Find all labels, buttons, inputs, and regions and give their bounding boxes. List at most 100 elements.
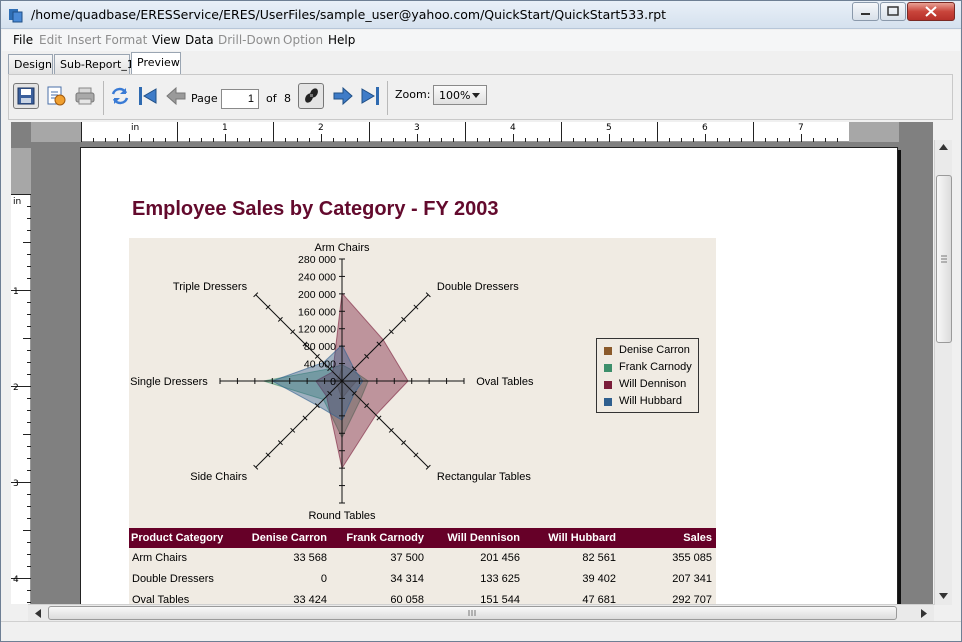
- table-cell: 37 500: [390, 552, 424, 564]
- ruler-unit-label: in: [13, 197, 22, 207]
- total-pages-label: 8: [284, 92, 291, 105]
- radar-scale-label: 0: [330, 376, 336, 388]
- maximize-icon: [887, 6, 899, 16]
- ruler-label: 5: [606, 123, 612, 133]
- menu-bar: File Edit Insert Format View Data Drill-…: [2, 30, 960, 51]
- radar-scale-label: 200 000: [298, 289, 336, 301]
- first-page-icon: [139, 87, 157, 105]
- menu-insert[interactable]: Insert: [67, 33, 101, 47]
- ruler-label: 6: [702, 123, 708, 133]
- close-icon: [925, 6, 937, 17]
- legend-label: Will Hubbard: [619, 395, 682, 407]
- scroll-down-icon[interactable]: [939, 593, 948, 599]
- table-cell: Double Dressers: [132, 573, 214, 585]
- grip-icon: [468, 610, 476, 616]
- table-cell: 201 456: [480, 552, 520, 564]
- report-viewport[interactable]: in 1 2 3 4 5 6 7 in 1 2 3 4 Employee Sal…: [11, 122, 933, 604]
- table-row: Double Dressers 0 34 314 133 625 39 402 …: [129, 569, 716, 590]
- radar-scale-label: 280 000: [298, 254, 336, 266]
- legend-swatch: [604, 347, 612, 355]
- vertical-scroll-thumb[interactable]: [936, 175, 952, 343]
- ruler-label: 7: [798, 123, 804, 133]
- radar-scale-label: 160 000: [298, 306, 336, 318]
- left-ruler-ticks: [11, 194, 31, 603]
- export-icon: [47, 86, 66, 106]
- page-label: Page: [191, 92, 218, 105]
- next-page-icon: [333, 86, 353, 106]
- ruler-label: 2: [13, 383, 19, 393]
- table-cell: 292 707: [672, 594, 712, 604]
- last-page-button[interactable]: [357, 83, 383, 109]
- menu-view[interactable]: View: [152, 33, 180, 47]
- ruler-margin: [31, 122, 81, 142]
- page-number-input[interactable]: [221, 89, 259, 109]
- radar-axis-label: Triple Dressers: [173, 281, 248, 293]
- radar-axis-label: Double Dressers: [437, 281, 519, 293]
- ruler-label: 2: [318, 123, 324, 133]
- radar-scale-label: 120 000: [298, 324, 336, 336]
- export-button[interactable]: [43, 83, 69, 109]
- table-cell: 39 402: [582, 573, 616, 585]
- scroll-right-icon[interactable]: [921, 609, 927, 618]
- next-page-button[interactable]: [330, 83, 356, 109]
- radar-axis-label: Round Tables: [308, 510, 376, 522]
- ruler-label: 4: [510, 123, 516, 133]
- preview-toolbar: Page of 8 Zoom: 100%: [8, 74, 953, 120]
- table-cell: 82 561: [582, 552, 616, 564]
- menu-data[interactable]: Data: [185, 33, 214, 47]
- scroll-up-icon[interactable]: [939, 144, 948, 150]
- table-cell: 0: [320, 573, 327, 585]
- radar-scale-label: 240 000: [298, 271, 336, 283]
- horizontal-scrollbar[interactable]: [28, 604, 934, 621]
- zoom-select[interactable]: 100%: [433, 85, 487, 105]
- radar-axis-label: Rectangular Tables: [437, 471, 531, 483]
- table-cell: 133 625: [480, 573, 520, 585]
- column-header: Product Category: [131, 532, 224, 544]
- report-title: Employee Sales by Category - FY 2003: [132, 198, 499, 220]
- close-button[interactable]: [907, 2, 955, 21]
- grip-icon: [941, 255, 947, 263]
- menu-file[interactable]: File: [13, 33, 33, 47]
- menu-help[interactable]: Help: [328, 33, 355, 47]
- previous-page-button[interactable]: [163, 83, 189, 109]
- top-ruler-ticks: [81, 122, 850, 142]
- search-button[interactable]: [298, 83, 324, 109]
- first-page-button[interactable]: [135, 83, 161, 109]
- save-button[interactable]: [13, 83, 39, 109]
- radar-axis-label: Arm Chairs: [314, 242, 370, 254]
- vertical-scrollbar[interactable]: [934, 140, 952, 605]
- tab-design[interactable]: Design: [8, 54, 53, 74]
- radar-axis-label: Side Chairs: [190, 471, 247, 483]
- minimize-button[interactable]: [852, 2, 879, 21]
- zoom-label: Zoom:: [395, 88, 431, 101]
- save-icon: [17, 87, 35, 105]
- last-page-icon: [361, 87, 379, 105]
- tab-preview[interactable]: Preview: [131, 52, 181, 74]
- radar-scale-label: 40 000: [304, 359, 336, 371]
- toolbar-separator: [387, 81, 388, 115]
- top-ruler: in 1 2 3 4 5 6 7: [81, 122, 850, 142]
- refresh-icon: [111, 87, 129, 105]
- column-header: Sales: [683, 532, 712, 544]
- chevron-down-icon: [472, 93, 480, 98]
- table-row: Oval Tables 33 424 60 058 151 544 47 681…: [129, 590, 716, 604]
- menu-drill-down[interactable]: Drill-Down: [218, 33, 281, 47]
- tab-sub-report[interactable]: Sub-Report_1: [54, 54, 134, 74]
- refresh-button[interactable]: [107, 83, 133, 109]
- table-cell: 47 681: [582, 594, 616, 604]
- menu-edit[interactable]: Edit: [39, 33, 62, 47]
- search-icon: [305, 88, 318, 103]
- ruler-unit-label: in: [131, 123, 140, 133]
- legend-swatch: [604, 398, 612, 406]
- table-cell: 355 085: [672, 552, 712, 564]
- print-button[interactable]: [72, 83, 98, 109]
- maximize-button[interactable]: [880, 2, 906, 21]
- scroll-left-icon[interactable]: [35, 609, 41, 618]
- horizontal-scroll-thumb[interactable]: [48, 606, 897, 620]
- of-label: of: [266, 92, 277, 105]
- table-cell: 60 058: [390, 594, 424, 604]
- chart-legend: Denise Carron Frank Carnody Will Denniso…: [596, 338, 699, 413]
- legend-label: Frank Carnody: [619, 361, 692, 373]
- menu-option[interactable]: Option: [283, 33, 323, 47]
- menu-format[interactable]: Format: [105, 33, 147, 47]
